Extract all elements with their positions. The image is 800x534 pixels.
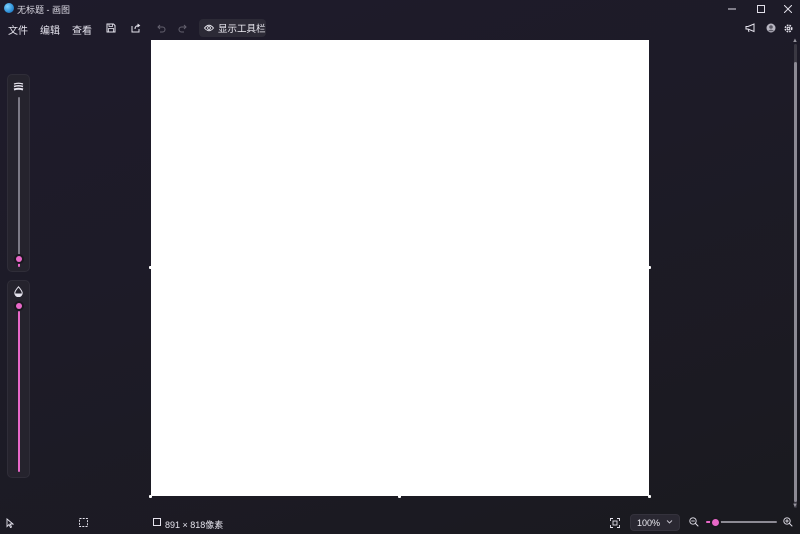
save-button[interactable] <box>104 21 118 35</box>
close-icon <box>784 4 792 13</box>
share-button[interactable] <box>129 21 143 35</box>
chevron-down-icon <box>666 520 673 524</box>
brush-size-icon <box>13 82 24 91</box>
zoom-slider-thumb[interactable] <box>710 517 721 528</box>
selection-icon[interactable] <box>79 518 88 527</box>
menu-edit[interactable]: 编辑 <box>40 22 60 37</box>
avatar-icon <box>766 23 776 33</box>
canvas-dimensions: 891 × 818像素 <box>165 520 224 530</box>
resize-handle-left[interactable] <box>149 266 152 269</box>
brush-size-panel <box>7 74 30 272</box>
brush-size-thumb[interactable] <box>14 254 24 264</box>
feedback-button[interactable] <box>743 21 757 35</box>
resize-handle-bottom[interactable] <box>398 495 401 498</box>
share-icon <box>131 23 141 33</box>
zoom-out-icon[interactable] <box>689 517 699 527</box>
account-button[interactable] <box>764 21 778 35</box>
gear-icon <box>783 23 793 33</box>
zoom-level-dropdown[interactable]: 100% <box>630 514 680 531</box>
eye-icon <box>204 24 214 32</box>
maximize-button[interactable] <box>750 0 772 17</box>
brush-size-track[interactable] <box>18 97 20 259</box>
menu-view[interactable]: 查看 <box>72 22 92 37</box>
redo-icon <box>178 24 187 33</box>
zoom-level-value: 100% <box>637 518 661 528</box>
window-title: 无标题 - 画图 <box>17 5 70 15</box>
undo-icon <box>157 24 166 33</box>
menu-file[interactable]: 文件 <box>8 22 28 37</box>
drawing-canvas[interactable] <box>151 40 649 496</box>
zoom-in-icon[interactable] <box>783 517 793 527</box>
resize-handle-bottom-left[interactable] <box>149 495 152 498</box>
resize-handle-bottom-right[interactable] <box>648 495 651 498</box>
undo-button[interactable] <box>154 21 168 35</box>
megaphone-icon <box>745 23 754 33</box>
opacity-track[interactable] <box>18 311 20 472</box>
status-bar: 891 × 818像素 <box>0 512 800 534</box>
fit-to-window-icon[interactable] <box>610 518 620 528</box>
menu-bar: 文件 编辑 查看 <box>0 17 800 39</box>
opacity-panel <box>7 280 30 478</box>
redo-button[interactable] <box>176 21 190 35</box>
pointer-icon[interactable] <box>6 518 14 528</box>
zoom-slider-track[interactable] <box>716 521 777 523</box>
paint-app-icon <box>4 3 14 13</box>
minimize-icon <box>728 8 736 9</box>
maximize-icon <box>757 4 765 13</box>
scroll-down-arrow-icon[interactable]: ▼ <box>792 503 798 509</box>
save-icon <box>106 23 116 33</box>
minimize-button[interactable] <box>721 0 743 17</box>
opacity-thumb[interactable] <box>14 301 24 311</box>
resize-handle-right[interactable] <box>648 266 651 269</box>
show-toolbar-button[interactable]: 显示工具栏 <box>199 19 266 37</box>
vertical-scrollbar-thumb[interactable] <box>794 62 797 502</box>
settings-button[interactable] <box>781 21 795 35</box>
show-toolbar-label: 显示工具栏 <box>218 24 266 35</box>
canvas-size-icon <box>153 518 161 526</box>
close-button[interactable] <box>777 0 799 17</box>
title-bar: 无标题 - 画图 <box>0 0 800 17</box>
opacity-drop-icon <box>14 286 23 297</box>
